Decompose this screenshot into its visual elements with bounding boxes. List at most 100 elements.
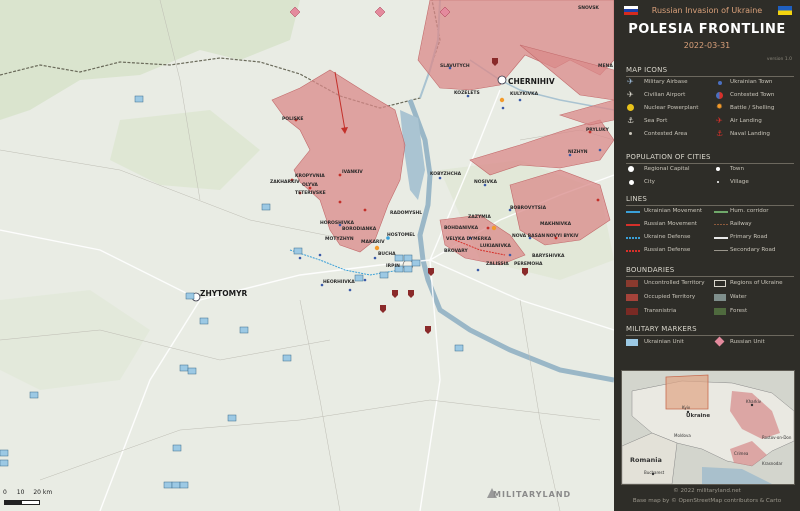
- legend-item: Battle / Shelling: [730, 105, 775, 111]
- town-label: ZAKHARKIV: [270, 180, 300, 185]
- legend-item: Village: [730, 179, 749, 185]
- russian-unit-swatch: [714, 336, 725, 347]
- town-label: IVANKIV: [342, 170, 363, 175]
- inset-label-krasnodar: Krasnodar: [762, 461, 783, 466]
- legend-item: Regions of Ukraine: [730, 280, 783, 286]
- inset-label-romania: Romania: [630, 456, 662, 464]
- divider: [626, 76, 794, 77]
- legend-item: Uncontrolled Territory: [644, 280, 705, 286]
- legend-item: Ukrainian Movement: [644, 208, 703, 214]
- ukrainian-town-icon: [718, 81, 722, 85]
- naval-landing-icon: ⚓: [716, 129, 724, 138]
- legend-item: Railway: [730, 221, 752, 227]
- legend-item: Water: [730, 294, 747, 300]
- panel-version: version 1.0: [766, 57, 792, 62]
- contested-area-icon: [629, 132, 632, 135]
- panel-title: POLESIA FRONTLINE: [628, 22, 786, 37]
- inset-label-crimea: Crimea: [734, 451, 749, 456]
- legend-item: Sea Port: [644, 118, 668, 124]
- town-label: NIZHYN: [568, 150, 588, 155]
- occupied-swatch: [626, 294, 638, 301]
- ukraine-defense-swatch: [626, 237, 640, 239]
- town-label: ZALISSIA: [486, 262, 509, 267]
- legend-item: Russian Movement: [644, 221, 697, 227]
- divider: [626, 335, 794, 336]
- secondary-road-swatch: [714, 250, 728, 251]
- legend-item: Russian Unit: [730, 339, 765, 345]
- legend-item: Occupied Territory: [644, 294, 696, 300]
- town-label: KULYKIVKA: [510, 92, 539, 97]
- contested-town-icon: [716, 92, 723, 99]
- legend-item: Nuclear Powerplant: [644, 105, 699, 111]
- transnistria-swatch: [626, 308, 638, 315]
- overview-inset-map[interactable]: Ukraine Romania Moldova Bucharest Crimea…: [621, 370, 795, 485]
- inset-label-kyiv: Kyiv: [682, 405, 691, 410]
- town-label: MENA: [598, 64, 613, 69]
- water-swatch: [714, 294, 726, 301]
- panel-date: 2022-03-31: [683, 41, 731, 50]
- inset-label-ukraine: Ukraine: [686, 413, 711, 419]
- battle-icon: ✹: [716, 102, 723, 111]
- town-label: BOBROVYTSIA: [510, 206, 547, 211]
- inset-label-rostov: Rostov-on-Don: [762, 435, 792, 440]
- legend-item: Transnistria: [644, 308, 677, 314]
- map-scale: 0 10 20 km: [3, 489, 52, 496]
- town-label: BROVARY: [444, 249, 468, 254]
- map-canvas[interactable]: CHERNIHIV ZHYTOMYR SNOVSK SLAVUTYCH KOZE…: [0, 0, 614, 511]
- section-map-icons: MAP ICONS: [626, 66, 668, 74]
- town-label: SLAVUTYCH: [440, 64, 470, 69]
- scale-tick-20: 20 km: [33, 489, 53, 496]
- legend-item: Primary Road: [730, 234, 768, 240]
- primary-road-swatch: [714, 237, 728, 239]
- divider: [626, 163, 794, 164]
- legend-item: Naval Landing: [730, 131, 770, 137]
- town-label: KROPYVNIA: [295, 174, 325, 179]
- airport-icon: ✈: [627, 90, 634, 99]
- legend-item: Civilian Airport: [644, 92, 686, 98]
- town-label: HOROSHIVKA: [320, 221, 355, 226]
- ukrainian-movement-swatch: [626, 211, 640, 213]
- panel-subtitle: Russian Invasion of Ukraine: [651, 6, 763, 15]
- town-label: PEREMOHA: [514, 262, 543, 267]
- town-label: MAKHNIVKA: [540, 222, 572, 227]
- town-label: NOVA BASAN: [512, 234, 546, 239]
- town-label: HEORHIIVKA: [323, 280, 355, 285]
- section-lines: LINES: [626, 195, 648, 203]
- town-label: KOBYZHCHA: [430, 172, 462, 177]
- inset-map-graphic: [622, 371, 794, 484]
- town-label: VELYKA DYMERKA: [446, 237, 492, 242]
- divider: [626, 276, 794, 277]
- russian-movement-swatch: [626, 224, 640, 226]
- legend-item: Contested Area: [644, 131, 688, 137]
- ukrainian-unit-swatch: [626, 339, 638, 346]
- legend-item: Air Landing: [730, 118, 762, 124]
- anchor-icon: ⚓: [627, 116, 635, 125]
- town-label: RADOMYSHL: [390, 211, 423, 216]
- legend-item: Ukraine Defense: [644, 234, 691, 240]
- brand-label: MILITARYLAND: [493, 490, 572, 499]
- legend-item: Ukrainian Unit: [644, 339, 684, 345]
- legend-item: Military Airbase: [644, 79, 688, 85]
- legend-panel: Russian Invasion of Ukraine POLESIA FRON…: [614, 0, 800, 511]
- inset-label-moldova: Moldova: [674, 433, 691, 438]
- town-label: ZAZYMIA: [468, 215, 491, 220]
- air-landing-icon: ✈: [716, 116, 723, 125]
- section-markers: MILITARY MARKERS: [626, 325, 697, 333]
- city-label-zhytomyr: ZHYTOMYR: [200, 289, 248, 298]
- airbase-icon: ✈: [627, 77, 634, 86]
- legend-item: Secondary Road: [730, 247, 776, 253]
- town-label: OLYVA: [302, 183, 318, 188]
- town-label: MOTYZHYN: [325, 237, 354, 242]
- city-label-chernihiv: CHERNIHIV: [508, 77, 555, 86]
- regional-capital-icon: [628, 166, 634, 172]
- town-label: TETERIVSKE: [295, 191, 326, 196]
- city-icon: [629, 180, 634, 185]
- hum-corridor-swatch: [714, 211, 728, 213]
- scale-tick-0: 0: [3, 489, 7, 496]
- legend-item: Hum. corridor: [730, 208, 769, 214]
- town-label: NOVYI BYKIV: [546, 234, 579, 239]
- legend-item: Contested Town: [730, 92, 775, 98]
- footer-basemap: Base map by © OpenStreetMap contributors…: [632, 498, 782, 504]
- section-population: POPULATION OF CITIES: [626, 153, 711, 161]
- railway-swatch: [714, 224, 728, 225]
